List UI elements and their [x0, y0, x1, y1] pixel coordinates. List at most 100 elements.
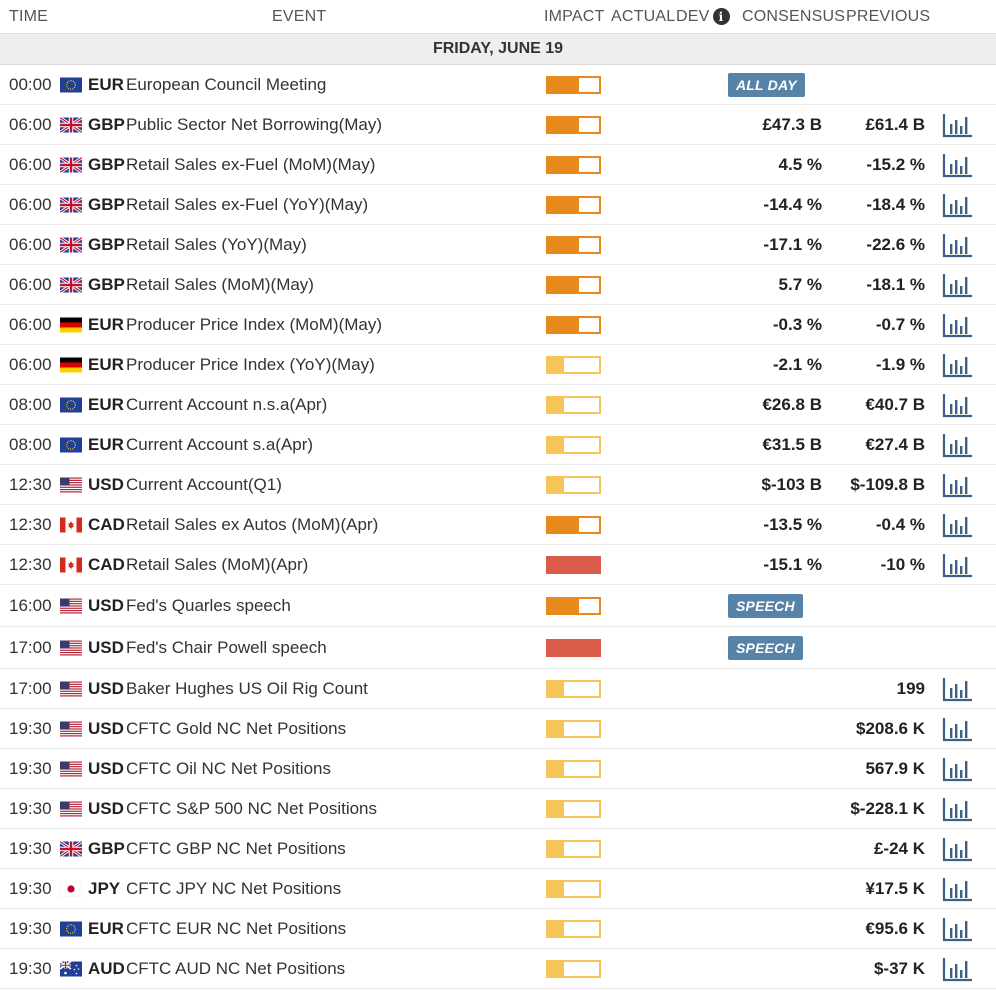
event-badge: SPEECH: [728, 635, 803, 660]
event-name[interactable]: CFTC JPY NC Net Positions: [126, 879, 341, 899]
event-name[interactable]: Retail Sales (MoM)(May): [126, 275, 314, 295]
table-row[interactable]: 19:30 GBP CFTC GBP NC Net Positions £-24 K: [0, 829, 996, 869]
header-dev[interactable]: DEV i: [676, 8, 730, 26]
event-name[interactable]: Producer Price Index (MoM)(May): [126, 315, 382, 335]
bar-chart-icon[interactable]: [942, 152, 974, 178]
table-row[interactable]: 06:00 EUR Producer Price Index (MoM)(May) -…: [0, 305, 996, 345]
table-row[interactable]: 06:00 GBP Retail Sales ex-Fuel (YoY)(May) -…: [0, 185, 996, 225]
event-time: 19:30: [9, 918, 52, 938]
event-time: 12:30: [9, 474, 52, 494]
table-row[interactable]: 06:00 EUR Producer Price Index (YoY)(May) -…: [0, 345, 996, 385]
header-impact[interactable]: IMPACT: [544, 8, 604, 26]
event-time: 19:30: [9, 758, 52, 778]
event-name[interactable]: European Council Meeting: [126, 75, 326, 95]
bar-chart-icon[interactable]: [942, 836, 974, 862]
impact-fill: [548, 357, 565, 372]
event-name[interactable]: CFTC GBP NC Net Positions: [126, 839, 346, 859]
event-name[interactable]: CFTC S&P 500 NC Net Positions: [126, 799, 377, 819]
header-time[interactable]: TIME: [9, 8, 48, 26]
event-currency: USD: [88, 637, 124, 657]
bar-chart-icon[interactable]: [942, 676, 974, 702]
bar-chart-icon[interactable]: [942, 192, 974, 218]
impact-fill: [548, 477, 565, 492]
table-row[interactable]: 06:00 GBP Retail Sales ex-Fuel (MoM)(May) 4…: [0, 145, 996, 185]
bar-chart-icon[interactable]: [942, 716, 974, 742]
event-name[interactable]: Current Account(Q1): [126, 475, 282, 495]
bar-chart-icon[interactable]: [942, 272, 974, 298]
bar-chart-icon[interactable]: [942, 472, 974, 498]
event-name[interactable]: Fed's Quarles speech: [126, 596, 291, 616]
event-time: 08:00: [9, 394, 52, 414]
event-currency: USD: [88, 595, 124, 615]
event-name[interactable]: CFTC AUD NC Net Positions: [126, 959, 345, 979]
previous-value: 567.9 K: [865, 758, 925, 778]
table-row[interactable]: 17:00 USD Fed's Chair Powell speech SPEECH: [0, 627, 996, 669]
bar-chart-icon[interactable]: [942, 232, 974, 258]
event-name[interactable]: Retail Sales ex-Fuel (MoM)(May): [126, 155, 375, 175]
table-row[interactable]: 17:00 USD Baker Hughes US Oil Rig Count 199: [0, 669, 996, 709]
event-time: 06:00: [9, 154, 52, 174]
bar-chart-icon[interactable]: [942, 312, 974, 338]
header-actual[interactable]: ACTUAL: [611, 8, 675, 26]
event-currency: USD: [88, 758, 124, 778]
table-row[interactable]: 12:30 USD Current Account(Q1) $-103 B $-109.…: [0, 465, 996, 505]
event-name[interactable]: Producer Price Index (YoY)(May): [126, 355, 375, 375]
table-row[interactable]: 08:00 EUR Current Account n.s.a(Apr) €26.8 …: [0, 385, 996, 425]
table-row[interactable]: 19:30 USD CFTC Gold NC Net Positions $208.6…: [0, 709, 996, 749]
event-name[interactable]: Retail Sales (YoY)(May): [126, 235, 307, 255]
table-row[interactable]: 19:30 EUR CFTC EUR NC Net Positions €95.6 K: [0, 909, 996, 949]
event-name[interactable]: CFTC Oil NC Net Positions: [126, 759, 331, 779]
table-row[interactable]: 06:00 GBP Retail Sales (MoM)(May) 5.7 % -18.…: [0, 265, 996, 305]
bar-chart-icon[interactable]: [942, 552, 974, 578]
bar-chart-icon[interactable]: [942, 392, 974, 418]
event-name[interactable]: Baker Hughes US Oil Rig Count: [126, 679, 368, 699]
header-previous[interactable]: PREVIOUS: [846, 8, 930, 26]
table-row[interactable]: 12:30 CAD Retail Sales ex Autos (MoM)(Apr)…: [0, 505, 996, 545]
table-row[interactable]: 00:00 EUR European Council Meeting ALL DAY: [0, 65, 996, 105]
event-name[interactable]: Public Sector Net Borrowing(May): [126, 115, 382, 135]
event-name[interactable]: Fed's Chair Powell speech: [126, 638, 327, 658]
event-time: 12:30: [9, 514, 52, 534]
bar-chart-icon[interactable]: [942, 512, 974, 538]
event-name[interactable]: Current Account s.a(Apr): [126, 435, 313, 455]
table-row[interactable]: 12:30 CAD Retail Sales (MoM)(Apr) -15.1 % -1…: [0, 545, 996, 585]
bar-chart-icon[interactable]: [942, 796, 974, 822]
event-name[interactable]: CFTC EUR NC Net Positions: [126, 919, 346, 939]
table-row[interactable]: 19:30 JPY CFTC JPY NC Net Positions ¥17.5 K: [0, 869, 996, 909]
header-event[interactable]: EVENT: [272, 8, 326, 26]
event-name[interactable]: Current Account n.s.a(Apr): [126, 395, 327, 415]
previous-value: $-37 K: [873, 958, 925, 978]
event-time: 06:00: [9, 194, 52, 214]
table-row[interactable]: 08:00 EUR Current Account s.a(Apr) €31.5 B €…: [0, 425, 996, 465]
previous-value: -18.4 %: [866, 194, 925, 214]
event-currency: GBP: [88, 114, 125, 134]
bar-chart-icon[interactable]: [942, 432, 974, 458]
table-row[interactable]: 06:00 GBP Retail Sales (YoY)(May) -17.1 % -2…: [0, 225, 996, 265]
consensus-value: £47.3 B: [762, 114, 822, 134]
header-consensus[interactable]: CONSENSUS: [742, 8, 845, 26]
previous-value: 199: [896, 678, 925, 698]
consensus-value: 5.7 %: [778, 274, 822, 294]
flag-eu-icon: [60, 77, 82, 92]
event-time: 12:30: [9, 554, 52, 574]
bar-chart-icon[interactable]: [942, 352, 974, 378]
event-currency: GBP: [88, 838, 125, 858]
table-row[interactable]: 19:30 USD CFTC S&P 500 NC Net Positions $-2…: [0, 789, 996, 829]
bar-chart-icon[interactable]: [942, 956, 974, 982]
table-row[interactable]: 06:00 GBP Public Sector Net Borrowing(May)…: [0, 105, 996, 145]
event-time: 08:00: [9, 434, 52, 454]
bar-chart-icon[interactable]: [942, 112, 974, 138]
info-icon[interactable]: i: [712, 8, 730, 25]
bar-chart-icon[interactable]: [942, 916, 974, 942]
flag-gb-icon: [60, 841, 82, 856]
event-name[interactable]: Retail Sales ex Autos (MoM)(Apr): [126, 515, 378, 535]
bar-chart-icon[interactable]: [942, 756, 974, 782]
table-row[interactable]: 19:30 AUD CFTC AUD NC Net Positions $-37 K: [0, 949, 996, 989]
flag-gb-icon: [60, 237, 82, 252]
bar-chart-icon[interactable]: [942, 876, 974, 902]
event-name[interactable]: Retail Sales ex-Fuel (YoY)(May): [126, 195, 368, 215]
event-name[interactable]: CFTC Gold NC Net Positions: [126, 719, 346, 739]
table-row[interactable]: 16:00 USD Fed's Quarles speech SPEECH: [0, 585, 996, 627]
event-name[interactable]: Retail Sales (MoM)(Apr): [126, 555, 308, 575]
table-row[interactable]: 19:30 USD CFTC Oil NC Net Positions 567.9 K: [0, 749, 996, 789]
